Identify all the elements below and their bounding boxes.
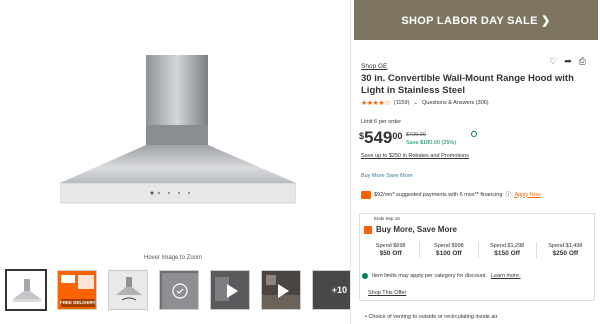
promo-tier: Spend $1,498 $250 Off bbox=[537, 242, 594, 258]
thumbnail-range-hood-angle[interactable] bbox=[108, 270, 148, 310]
buy-more-save-more-promo: Ends Sep 15 Buy More, Save More Spend $6… bbox=[359, 213, 595, 301]
range-hood-image[interactable] bbox=[60, 40, 296, 225]
zoom-hint: Hover Image to Zoom bbox=[143, 255, 203, 261]
questions-answers-link[interactable]: Questions & Answers (306) bbox=[422, 100, 489, 106]
learn-more-link[interactable]: Learn more. bbox=[491, 273, 521, 279]
rating-row: ★★★★☆ (1159) ⌄ Questions & Answers (306) bbox=[361, 99, 489, 107]
shop-this-offer-link[interactable]: Shop This Offer bbox=[368, 290, 406, 296]
thumbnail-range-hood-360[interactable] bbox=[159, 270, 199, 310]
thumbnail-kitchen-video[interactable] bbox=[261, 270, 301, 310]
thumbnail-free-delivery-promo[interactable]: FREE DELIVERY bbox=[57, 270, 97, 310]
thumbnail-more-images[interactable]: +10 bbox=[312, 270, 352, 310]
apply-now-link[interactable]: Apply Now bbox=[514, 192, 540, 198]
price-whole: 549 bbox=[364, 128, 393, 147]
credit-card-icon bbox=[361, 190, 371, 199]
favorite-icon[interactable]: ♡ bbox=[549, 56, 557, 67]
promo-tiers: Spend $698 $50 Off Spend $998 $100 Off S… bbox=[362, 242, 594, 258]
tier-discount: $100 Off bbox=[436, 250, 462, 257]
tier-spend: Spend $998 bbox=[434, 243, 464, 249]
product-info-panel: SHOP LABOR DAY SALE ❯ Shop GE ♡ ➦ ⎙ 30 i… bbox=[350, 0, 600, 324]
tier-spend: Spend $1,298 bbox=[489, 243, 525, 249]
order-limit: Limit 6 per order bbox=[361, 119, 402, 125]
was-price: $729.00 bbox=[406, 132, 426, 138]
free-delivery-label: FREE DELIVERY bbox=[60, 300, 96, 305]
price-cents: 00 bbox=[392, 131, 403, 141]
promo-badge-icon bbox=[364, 226, 372, 234]
chevron-down-icon[interactable]: ⌄ bbox=[413, 100, 418, 106]
thumbnail-strip: FREE DELIVERY +10 bbox=[5, 269, 352, 314]
promo-tier: Spend $698 $50 Off bbox=[362, 242, 421, 258]
financing-row: $92/mo* suggested payments with 6 mos** … bbox=[361, 190, 591, 199]
product-actions: ♡ ➦ ⎙ bbox=[549, 56, 586, 67]
tier-discount: $250 Off bbox=[552, 250, 579, 257]
info-icon[interactable] bbox=[471, 131, 477, 137]
share-icon[interactable]: ➦ bbox=[564, 56, 572, 67]
tier-spend: Spend $1,498 bbox=[548, 243, 583, 249]
price: $ 549 00 bbox=[359, 128, 402, 148]
tier-spend: Spend $698 bbox=[375, 243, 406, 249]
thumbnail-video[interactable] bbox=[210, 270, 250, 310]
promo-end-date: Ends Sep 15 bbox=[374, 216, 400, 221]
promo-tier: Spend $1,298 $150 Off bbox=[479, 242, 537, 258]
info-icon bbox=[362, 273, 368, 279]
product-title: 30 in. Convertible Wall-Mount Range Hood… bbox=[361, 73, 574, 96]
print-icon[interactable]: ⎙ bbox=[579, 56, 586, 67]
info-icon[interactable]: ⓘ bbox=[505, 190, 511, 199]
rebates-link[interactable]: Save up to $250 in Rebates and Promotion… bbox=[361, 153, 469, 159]
tier-discount: $150 Off bbox=[494, 250, 520, 257]
financing-text: $92/mo* suggested payments with 6 mos** … bbox=[374, 191, 503, 198]
promo-title: Buy More, Save More bbox=[376, 225, 457, 234]
brand-link[interactable]: Shop GE bbox=[361, 63, 387, 70]
labor-day-sale-banner[interactable]: SHOP LABOR DAY SALE ❯ bbox=[354, 0, 598, 40]
tier-discount: $50 Off bbox=[379, 250, 402, 257]
thumbnail-range-hood-front[interactable] bbox=[5, 269, 47, 311]
product-gallery: Hover Image to Zoom FREE DELIVERY +10 bbox=[0, 0, 352, 324]
promo-note-text: Item limits may apply per category for d… bbox=[372, 273, 487, 279]
promo-tier: Spend $998 $100 Off bbox=[420, 242, 479, 258]
buy-more-save-more-label: Buy More Save More bbox=[361, 173, 413, 179]
star-rating-icon[interactable]: ★★★★☆ bbox=[361, 99, 390, 107]
review-count[interactable]: (1159) bbox=[394, 100, 410, 106]
promo-limit-note: Item limits may apply per category for d… bbox=[362, 273, 594, 279]
more-images-count: +10 bbox=[331, 285, 347, 295]
savings: Save $180.00 (25%) bbox=[406, 140, 457, 146]
feature-bullet: • Choice of venting to outside or recirc… bbox=[365, 314, 498, 320]
